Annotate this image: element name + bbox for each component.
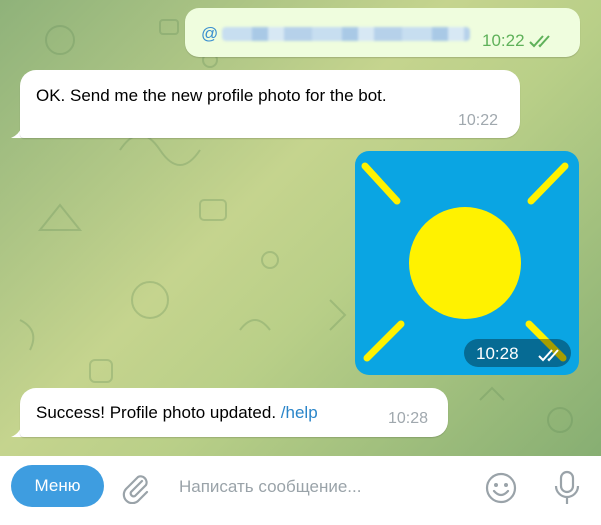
paperclip-icon[interactable] [120, 472, 150, 504]
message-input[interactable]: Написать сообщение... [179, 477, 361, 497]
message-time: 10:28 [388, 410, 429, 427]
message-time: 10:28 [476, 344, 519, 363]
menu-button[interactable]: Меню [11, 465, 104, 507]
mention-prefix: @ [201, 24, 219, 43]
microphone-icon[interactable] [550, 469, 584, 507]
message-time: 10:22 [482, 31, 525, 50]
outgoing-message[interactable]: @ 10:22 [185, 8, 580, 57]
incoming-message[interactable]: OK. Send me the new profile photo for th… [20, 70, 520, 138]
username-mention[interactable]: @ [201, 24, 471, 44]
message-time: 10:22 [458, 112, 499, 129]
double-check-icon [538, 349, 559, 362]
redacted-username [222, 27, 471, 41]
smiley-icon[interactable] [484, 471, 518, 505]
message-composer: Меню Написать сообщение... [0, 456, 601, 525]
outgoing-photo-message[interactable]: 10:28 [355, 151, 579, 375]
message-body: Success! Profile photo updated. [36, 403, 277, 422]
message-text: OK. Send me the new profile photo for th… [36, 86, 387, 105]
help-command-link[interactable]: /help [281, 403, 318, 422]
incoming-message[interactable]: Success! Profile photo updated. /help 10… [20, 388, 448, 437]
double-check-icon [529, 35, 550, 48]
message-text: Success! Profile photo updated. /help [36, 403, 318, 423]
